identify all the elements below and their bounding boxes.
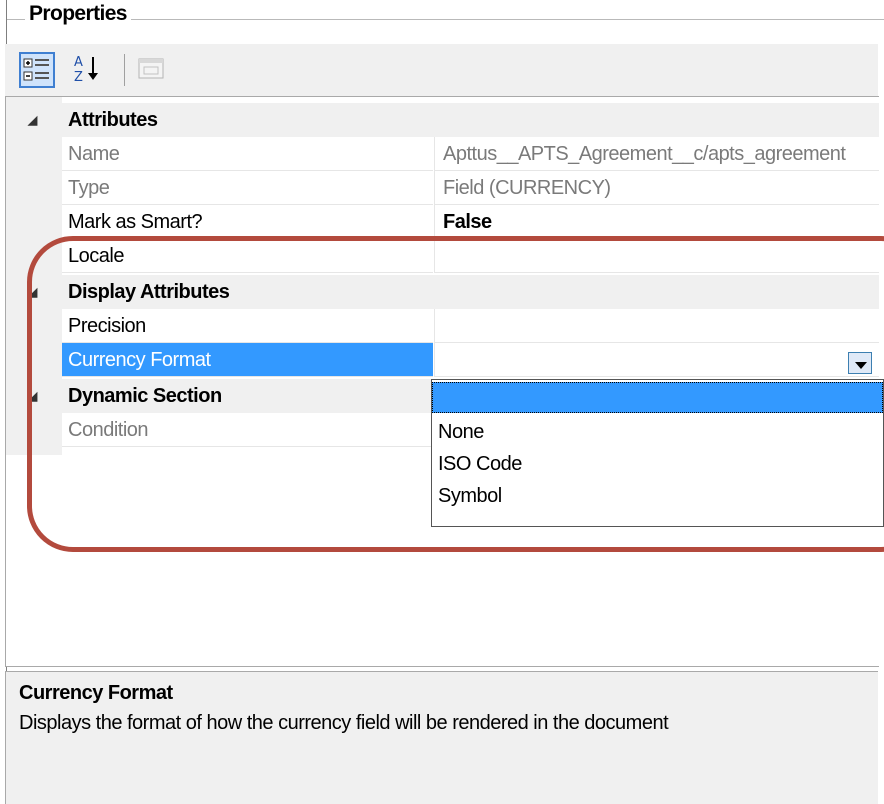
- sort-alphabetical-icon: A Z: [74, 55, 98, 85]
- categorized-button[interactable]: [19, 52, 55, 88]
- panel-title: Properties: [25, 2, 131, 26]
- property-row-mark-as-smart[interactable]: Mark as Smart? False: [6, 205, 879, 239]
- collapse-icon[interactable]: ◢: [28, 103, 37, 137]
- categorized-icon: [23, 58, 49, 81]
- property-pages-button[interactable]: [135, 52, 171, 88]
- property-value: Apttus__APTS_Agreement__c/apts_agreement: [434, 137, 879, 171]
- property-row-type[interactable]: Type Field (CURRENCY): [6, 171, 879, 205]
- property-name: Mark as Smart?: [62, 205, 433, 239]
- category-attributes[interactable]: ◢ Attributes: [6, 103, 879, 137]
- alphabetical-button[interactable]: A Z: [71, 52, 107, 88]
- property-pages-icon: [138, 58, 164, 79]
- description-title: Currency Format: [19, 682, 173, 704]
- annotation-highlight-oval: [27, 236, 884, 552]
- property-name: Type: [62, 171, 433, 205]
- category-label: Attributes: [68, 109, 158, 131]
- property-value: Field (CURRENCY): [434, 171, 879, 205]
- description-text: Displays the format of how the currency …: [19, 712, 669, 734]
- properties-toolbar: A Z: [5, 44, 878, 96]
- property-value[interactable]: False: [434, 205, 879, 239]
- group-border: [7, 19, 884, 20]
- svg-text:Z: Z: [74, 70, 83, 84]
- toolbar-separator: [124, 54, 125, 86]
- description-pane: Currency Format Displays the format of h…: [5, 671, 878, 804]
- property-name: Name: [62, 137, 433, 171]
- svg-text:A: A: [74, 55, 83, 70]
- property-row-name[interactable]: Name Apttus__APTS_Agreement__c/apts_agre…: [6, 137, 879, 171]
